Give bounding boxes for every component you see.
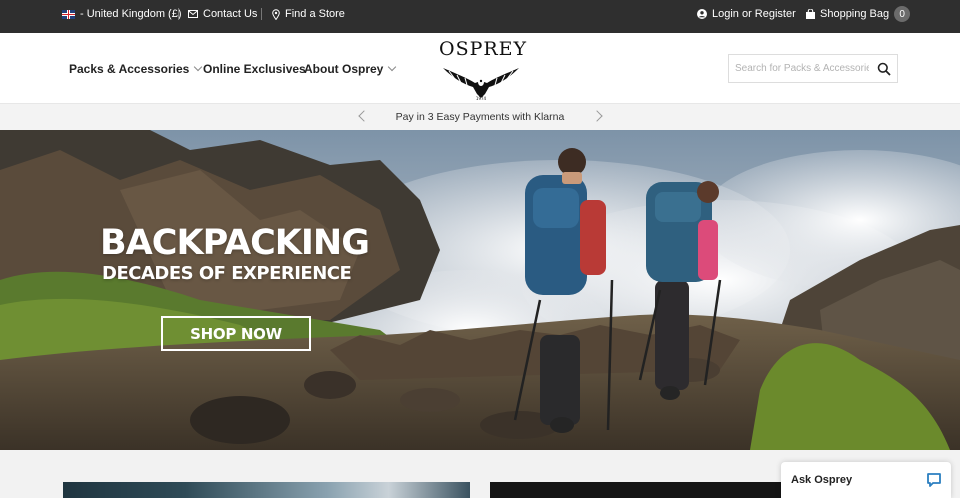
svg-text:1974: 1974 [476, 96, 487, 100]
osprey-logo[interactable]: OSPREY 1974 [439, 38, 526, 100]
shopping-bag-icon [806, 9, 815, 19]
map-pin-icon [272, 8, 280, 20]
bag-count-badge: 0 [894, 6, 911, 22]
featured-tile-left[interactable] [63, 482, 470, 498]
login-register-link[interactable]: Login or Register [697, 0, 796, 28]
divider [178, 8, 179, 20]
chat-label: Ask Osprey [791, 474, 853, 486]
site-header: Packs & Accessories Online Exclusives Ab… [0, 33, 960, 103]
find-a-store-link[interactable]: Find a Store [272, 0, 345, 28]
osprey-bird-icon: 1974 [443, 68, 519, 100]
chevron-down-icon [388, 62, 397, 72]
region-selector[interactable]: - United Kingdom (£) [62, 0, 182, 28]
divider [261, 8, 262, 20]
hero-banner[interactable]: BACKPACKING DECADES OF EXPERIENCE SHOP N… [0, 130, 960, 450]
user-icon [697, 9, 707, 19]
ask-osprey-chat-widget[interactable]: Ask Osprey [781, 462, 951, 498]
uk-flag-icon [62, 9, 75, 19]
search-icon[interactable] [877, 62, 891, 76]
search-input[interactable] [729, 55, 869, 82]
login-register-label: Login or Register [712, 8, 796, 20]
contact-us-link[interactable]: Contact Us [188, 0, 257, 28]
nav-label: About Osprey [304, 62, 384, 76]
hero-subtitle: DECADES OF EXPERIENCE [102, 263, 352, 284]
contact-us-label: Contact Us [203, 8, 258, 20]
promo-carousel: Pay in 3 Easy Payments with Klarna [0, 103, 960, 130]
nav-about-osprey[interactable]: About Osprey [304, 62, 397, 76]
hero-title: BACKPACKING [100, 223, 370, 263]
utility-bar: - United Kingdom (£) Contact Us Find a S… [0, 0, 960, 33]
nav-packs-accessories[interactable]: Packs & Accessories [69, 62, 203, 76]
nav-label: Packs & Accessories [69, 62, 190, 76]
shopping-bag-label: Shopping Bag [820, 8, 890, 20]
nav-label: Online Exclusives [203, 62, 306, 76]
nav-online-exclusives[interactable]: Online Exclusives [203, 62, 306, 76]
chat-bubble-icon [927, 473, 941, 487]
shop-now-button[interactable]: SHOP NOW [161, 316, 311, 351]
chevron-down-icon [194, 62, 203, 72]
search-box [728, 54, 898, 83]
envelope-icon [188, 10, 198, 18]
promo-message[interactable]: Pay in 3 Easy Payments with Klarna [0, 111, 960, 123]
featured-tile-right[interactable] [490, 482, 790, 498]
find-a-store-label: Find a Store [285, 8, 345, 20]
shopping-bag-link[interactable]: Shopping Bag 0 [806, 0, 911, 28]
hero-photo [0, 130, 960, 450]
region-label: - United Kingdom (£) [80, 8, 182, 20]
